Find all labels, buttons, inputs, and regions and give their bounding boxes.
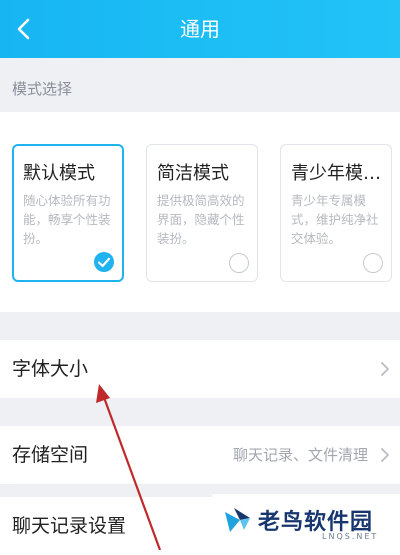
watermark: 老鸟软件园 LNQS.NET bbox=[212, 494, 400, 550]
annotation-arrow bbox=[96, 384, 162, 550]
watermark-subtext: LNQS.NET bbox=[322, 532, 379, 541]
bird-logo-icon bbox=[225, 508, 250, 532]
